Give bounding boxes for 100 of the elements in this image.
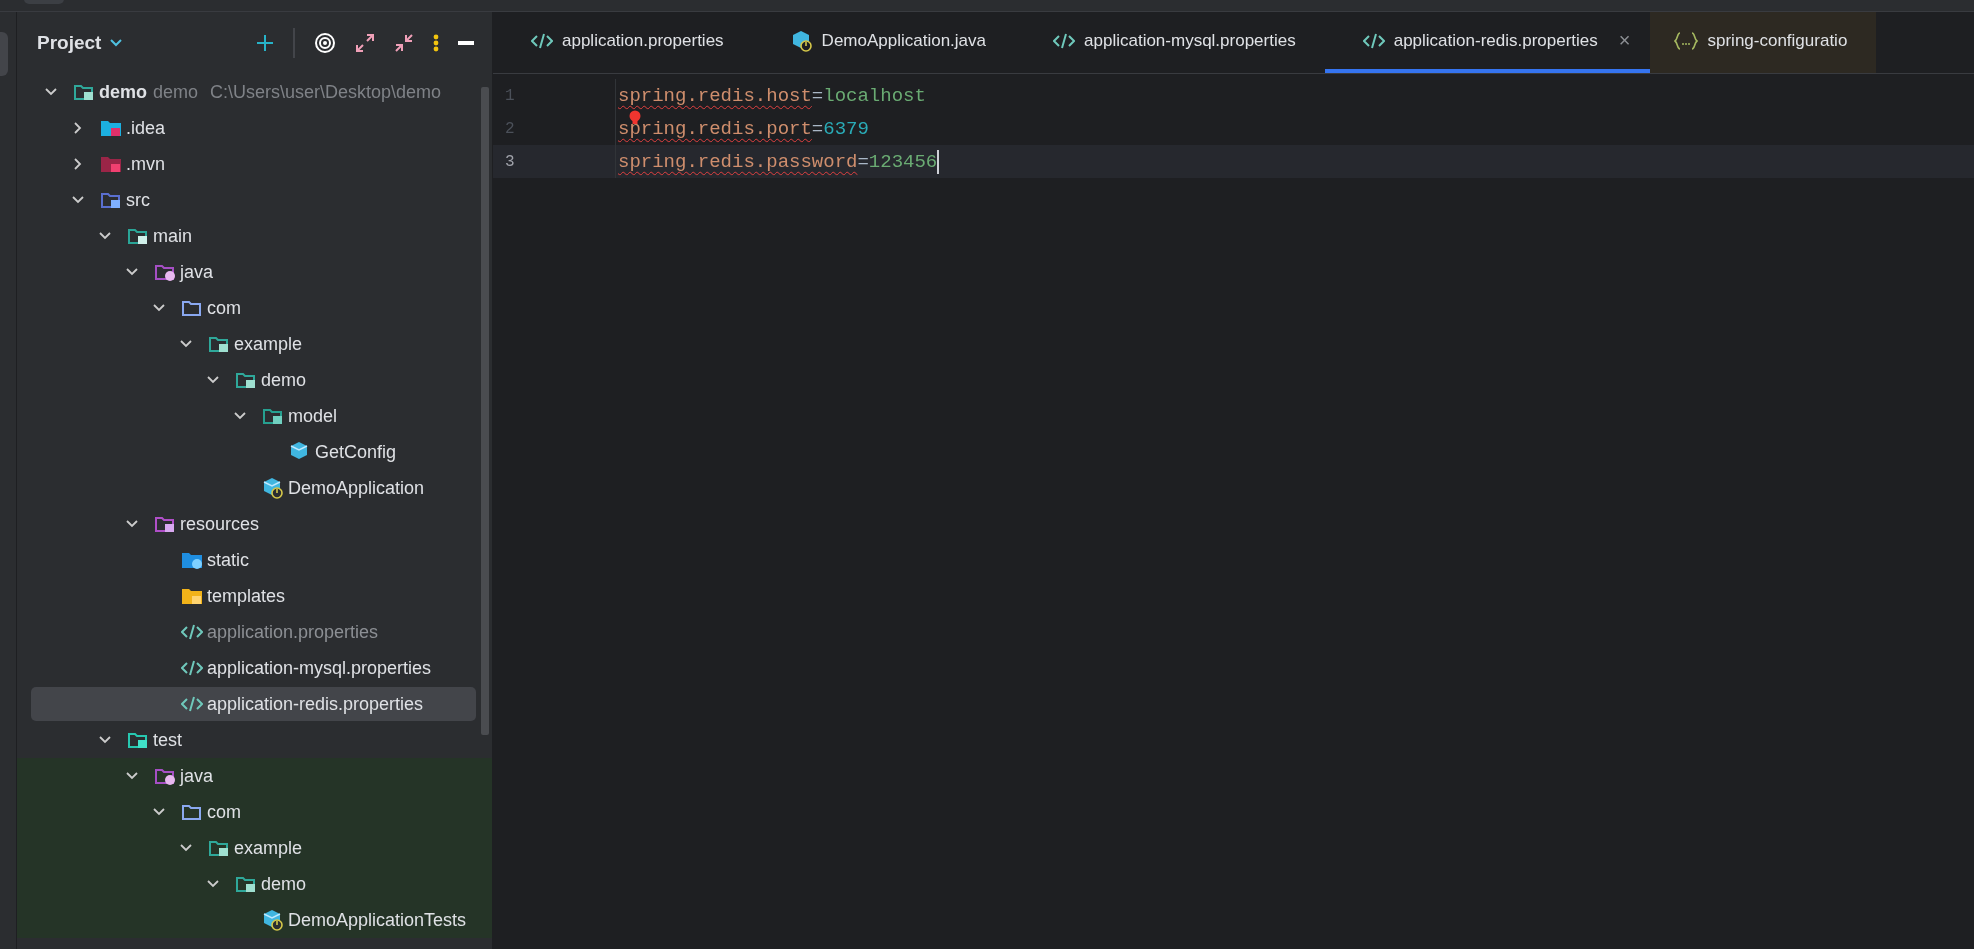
- code-icon: [181, 624, 203, 640]
- item-name: application.properties: [207, 621, 379, 643]
- code-token: =: [811, 117, 824, 140]
- tree-item[interactable]: static: [31, 543, 476, 577]
- braces-icon: [1674, 31, 1699, 50]
- scrollbar[interactable]: [481, 87, 489, 735]
- folder-icon: [181, 586, 203, 606]
- tab-label: application-mysql.properties: [1084, 30, 1296, 51]
- code-token: spring.redis.host: [618, 84, 812, 107]
- editor-tab[interactable]: application.properties: [493, 12, 753, 73]
- folder-icon: [154, 514, 176, 534]
- folder-icon: [181, 298, 203, 318]
- panel-title[interactable]: Project: [37, 32, 102, 54]
- tree-item[interactable]: com: [31, 795, 476, 829]
- tree-item[interactable]: demo: [31, 867, 476, 901]
- code-token: spring.redis.port: [618, 117, 812, 140]
- plus-icon[interactable]: [256, 34, 274, 52]
- code-icon: [181, 696, 203, 712]
- tree-item[interactable]: model: [31, 399, 476, 433]
- more-icon[interactable]: [433, 34, 439, 52]
- item-name: model: [288, 405, 338, 427]
- folder-icon: [154, 262, 176, 282]
- code-icon: [1053, 32, 1076, 49]
- code-token: 6379: [823, 117, 869, 140]
- item-name: example: [234, 333, 303, 355]
- tree-item[interactable]: main: [31, 219, 476, 253]
- cube-power-icon: [790, 29, 813, 52]
- tree-item[interactable]: .mvn: [31, 147, 476, 181]
- tree-item[interactable]: DemoApplicationTests: [31, 903, 476, 937]
- item-name: java: [180, 261, 214, 283]
- code-icon: [181, 660, 203, 676]
- item-name: static: [207, 549, 249, 571]
- cube-power-icon: [262, 477, 284, 499]
- folder-icon: [154, 766, 176, 786]
- tab-label: application-redis.properties: [1393, 30, 1598, 51]
- tree-item[interactable]: demo: [31, 363, 476, 397]
- line-number: 3: [504, 152, 516, 171]
- folder-icon: [127, 226, 149, 246]
- tab-label: DemoApplication.java: [821, 30, 987, 51]
- tree-item[interactable]: java: [31, 255, 476, 289]
- code-icon: [531, 32, 553, 49]
- item-name: test: [153, 729, 182, 751]
- item-name: example: [234, 837, 303, 859]
- tree-item[interactable]: test: [31, 723, 476, 757]
- tree-item[interactable]: DemoApplication: [31, 471, 476, 505]
- item-name: application-mysql.properties: [207, 657, 432, 679]
- expand-icon[interactable]: [355, 33, 375, 53]
- tree-item[interactable]: application-mysql.properties: [31, 651, 476, 685]
- tree-item[interactable]: src: [31, 183, 476, 217]
- code-token: =: [857, 150, 869, 173]
- item-name: main: [153, 225, 192, 247]
- item-name: .idea: [126, 117, 166, 139]
- cube-power-icon: [262, 909, 284, 931]
- item-name: demo: [261, 873, 307, 895]
- tree-item[interactable]: application-redis.properties: [31, 687, 476, 721]
- item-name: com: [207, 297, 241, 319]
- item-name: GetConfig: [315, 441, 397, 463]
- tree-item[interactable]: java: [31, 759, 476, 793]
- folder-icon: [73, 82, 95, 102]
- folder-icon: [181, 550, 203, 570]
- folder-icon: [235, 874, 257, 894]
- tree-item[interactable]: GetConfig: [31, 435, 476, 469]
- tree-item[interactable]: templates: [31, 579, 476, 613]
- item-name: demo: [99, 81, 147, 103]
- code-token: =: [811, 84, 824, 107]
- folder-icon: [100, 118, 122, 138]
- item-name: src: [126, 189, 150, 211]
- folder-icon: [262, 406, 284, 426]
- tree-item[interactable]: application.properties: [31, 615, 476, 649]
- item-name: templates: [207, 585, 286, 607]
- minimize-icon[interactable]: [458, 40, 474, 46]
- folder-icon: [208, 838, 230, 858]
- folder-icon: [235, 370, 257, 390]
- item-name: com: [207, 801, 241, 823]
- item-name: demo: [261, 369, 307, 391]
- tree-item[interactable]: example: [31, 831, 476, 865]
- folder-icon: [127, 730, 149, 750]
- target-icon[interactable]: [314, 32, 336, 54]
- tree-item[interactable]: example: [31, 327, 476, 361]
- item-name: DemoApplication: [288, 477, 425, 499]
- folder-icon: [100, 154, 122, 174]
- item-name: resources: [180, 513, 260, 535]
- editor-tab[interactable]: DemoApplication.java: [752, 12, 1016, 73]
- folder-icon: [100, 190, 122, 210]
- folder-icon: [181, 802, 203, 822]
- editor-tab[interactable]: spring-configuratio: [1650, 12, 1877, 73]
- tree-item[interactable]: resources: [31, 507, 476, 541]
- folder-icon: [208, 334, 230, 354]
- code-token: spring.redis.password: [618, 150, 858, 173]
- tree-item[interactable]: com: [31, 291, 476, 325]
- item-name: DemoApplicationTests: [288, 909, 467, 931]
- tree-item[interactable]: demo demo C:\Users\user\Desktop\demo: [31, 75, 476, 109]
- item-name: .mvn: [126, 153, 165, 175]
- close-button[interactable]: ×: [1618, 29, 1631, 52]
- item-path: C:\Users\user\Desktop\demo: [210, 81, 442, 103]
- collapse-icon[interactable]: [394, 33, 414, 53]
- editor-tab[interactable]: application-mysql.properties: [1015, 12, 1325, 73]
- tree-item[interactable]: .idea: [31, 111, 476, 145]
- code-token: 123456: [868, 150, 938, 173]
- chevron-down-icon[interactable]: [109, 38, 124, 48]
